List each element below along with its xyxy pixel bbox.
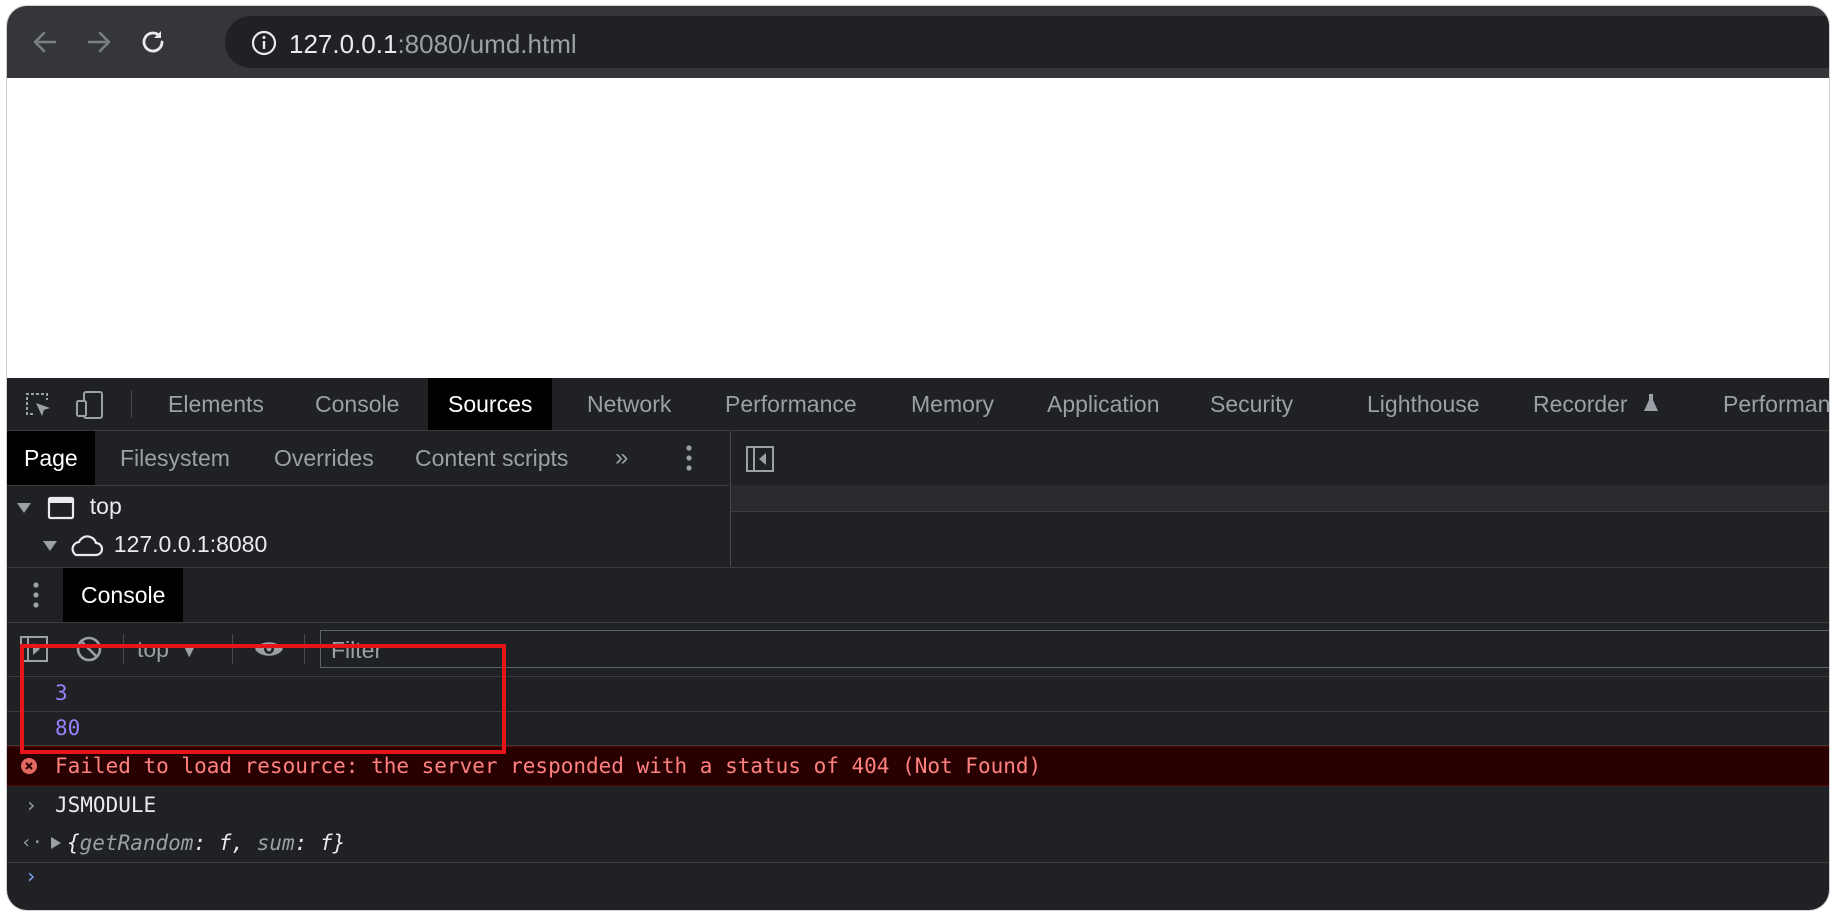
live-expression-eye-icon[interactable] (253, 636, 285, 662)
object-brace: { (67, 831, 80, 855)
tree-item-top[interactable]: top (17, 486, 122, 526)
object-brace: } (332, 831, 346, 855)
prompt-chevron-icon: › (25, 864, 38, 888)
toolbar-divider (131, 390, 132, 418)
tab-elements[interactable]: Elements (168, 378, 264, 430)
tab-sources[interactable]: Sources (428, 378, 553, 430)
reload-icon (142, 31, 164, 53)
devtools-main-toolbar: Elements Console Sources Network Perform… (7, 378, 1829, 431)
url-host: 127.0.0.1 (289, 29, 398, 59)
show-sidebar-icon[interactable] (19, 635, 49, 663)
tree-item-label: top (89, 493, 122, 519)
input-chevron-icon: › (25, 793, 38, 817)
object-separator: : (193, 831, 219, 855)
console-input-echo[interactable]: › JSMODULE (7, 786, 1829, 824)
tab-network[interactable]: Network (587, 378, 671, 430)
message-text: Failed to load resource: the server resp… (55, 754, 1042, 778)
object-separator: , (231, 831, 257, 855)
page-viewport (7, 78, 1829, 378)
more-options-icon[interactable] (684, 443, 694, 473)
address-bar[interactable]: 127.0.0.1:8080/umd.html (225, 16, 1829, 68)
console-result[interactable]: ‹· {getRandom: f, sum: f} (7, 824, 1829, 863)
forward-arrow-icon (87, 31, 111, 53)
navtab-overrides[interactable]: Overrides (274, 431, 374, 485)
toolbar-divider (123, 634, 124, 664)
tree-item-label: 127.0.0.1:8080 (113, 531, 268, 557)
context-selector-label: top (137, 636, 169, 662)
filter-input[interactable]: Filter (320, 630, 1829, 668)
browser-window: 127.0.0.1:8080/umd.html Elements Console… (7, 6, 1829, 910)
browser-toolbar: 127.0.0.1:8080/umd.html (7, 6, 1829, 78)
tree-item-host[interactable]: 127.0.0.1:8080 (43, 524, 267, 564)
toggle-navigator-icon[interactable] (745, 445, 775, 473)
expand-object-triangle-icon[interactable] (51, 837, 61, 849)
navtab-content-scripts[interactable]: Content scripts (415, 431, 568, 485)
reload-button[interactable] (133, 22, 173, 62)
editor-tab-strip (731, 485, 1829, 512)
tab-memory[interactable]: Memory (911, 378, 994, 430)
frame-icon (48, 496, 75, 520)
message-text: JSMODULE (55, 793, 157, 817)
back-button[interactable] (25, 22, 65, 62)
forward-button[interactable] (79, 22, 119, 62)
device-toggle-icon[interactable] (75, 390, 105, 420)
object-preview[interactable]: {getRandom: f, sum: f} (67, 824, 345, 862)
console-toolbar: top ▼ Filter (7, 622, 1829, 677)
object-key: sum (256, 831, 295, 855)
cloud-icon (71, 535, 104, 557)
tab-recorder-label: Recorder (1533, 391, 1628, 417)
clear-console-icon[interactable] (75, 635, 103, 663)
info-icon[interactable] (251, 30, 277, 56)
drawer-menu-icon[interactable] (31, 580, 41, 610)
sources-editor-pane (730, 431, 1829, 566)
tab-performance-insights[interactable]: Performan (1723, 378, 1829, 430)
object-key: getRandom (79, 831, 194, 855)
drawer-tab-console[interactable]: Console (63, 568, 184, 622)
console-message[interactable]: 80 (7, 712, 1829, 746)
console-error-message[interactable]: Failed to load resource: the server resp… (7, 746, 1829, 786)
dropdown-triangle-icon: ▼ (181, 644, 198, 661)
tab-lighthouse[interactable]: Lighthouse (1367, 378, 1480, 430)
navtab-page[interactable]: Page (7, 431, 95, 485)
back-arrow-icon (33, 31, 57, 53)
object-separator: : (294, 831, 320, 855)
console-messages: 3 80 Failed to load resource: the server… (7, 676, 1829, 910)
file-tree: top 127.0.0.1:8080 (7, 486, 729, 566)
more-tabs-chevron-icon[interactable]: » (615, 431, 628, 485)
console-message[interactable]: 3 (7, 676, 1829, 712)
context-selector[interactable]: top ▼ (137, 622, 197, 676)
devtools-panel: Elements Console Sources Network Perform… (7, 378, 1829, 910)
expand-triangle-icon[interactable] (43, 540, 57, 551)
tab-application[interactable]: Application (1047, 378, 1160, 430)
object-value: f (218, 831, 232, 855)
toolbar-divider (304, 634, 305, 664)
tab-recorder[interactable]: Recorder (1533, 378, 1660, 430)
url-text[interactable]: 127.0.0.1:8080/umd.html (289, 29, 577, 60)
error-icon (21, 758, 37, 774)
expand-triangle-icon[interactable] (17, 502, 31, 513)
toolbar-divider (232, 634, 233, 664)
tab-performance[interactable]: Performance (725, 378, 857, 430)
result-arrow-icon: ‹· (21, 832, 43, 853)
message-text: 3 (55, 681, 68, 705)
console-prompt[interactable]: › (7, 862, 1829, 910)
navtab-filesystem[interactable]: Filesystem (120, 431, 230, 485)
tab-security[interactable]: Security (1210, 378, 1293, 430)
message-text: 80 (55, 716, 81, 740)
inspect-element-icon[interactable] (23, 390, 53, 420)
sources-navigator-tabs: Page Filesystem Overrides Content script… (7, 431, 729, 486)
tab-console[interactable]: Console (315, 378, 399, 430)
url-path: :8080/umd.html (397, 29, 577, 59)
experiment-flask-icon (1644, 394, 1658, 411)
object-value: f (319, 831, 333, 855)
drawer-header: Console (7, 567, 1829, 623)
